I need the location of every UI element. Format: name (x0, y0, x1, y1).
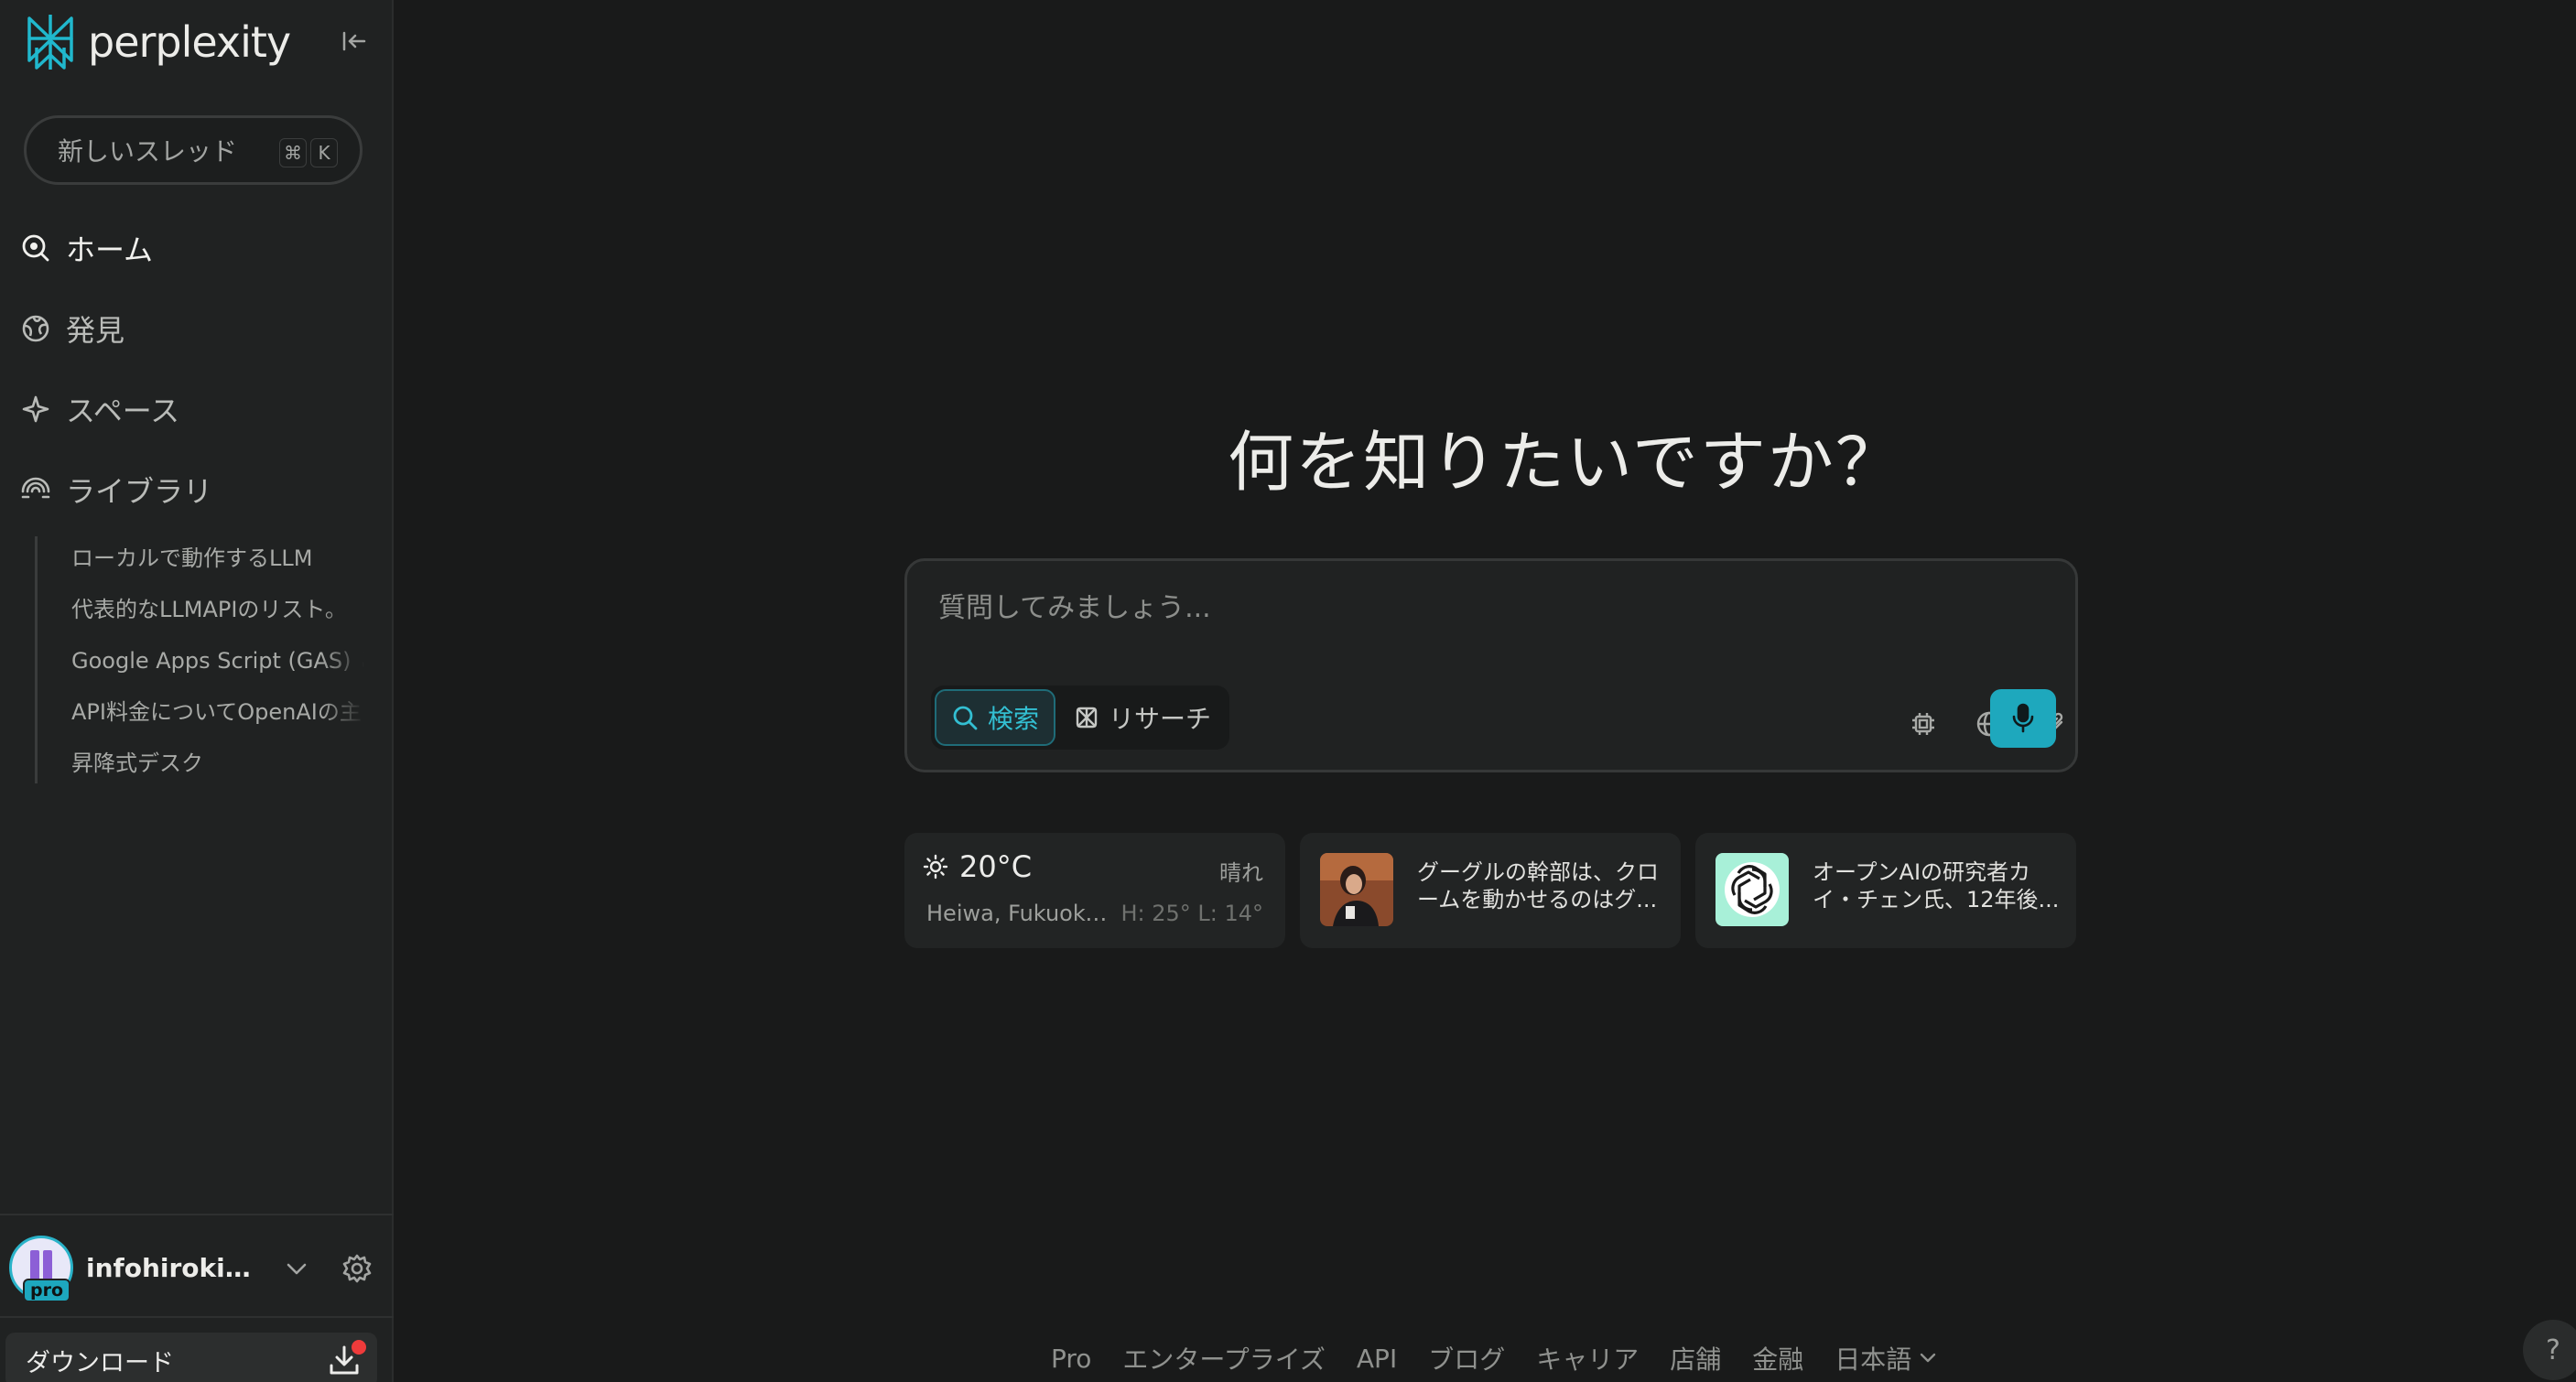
search-input[interactable] (938, 585, 2037, 631)
weather-temp: 20°C (923, 849, 1032, 884)
search-mode-label: 検索 (988, 704, 1040, 734)
footer-link-enterprise[interactable]: エンタープライズ (1122, 1340, 1325, 1377)
page-title: 何を知りたいですか？ (1228, 424, 1903, 501)
notification-dot (352, 1340, 366, 1355)
gear-icon (342, 1254, 372, 1283)
library-item[interactable]: 代表的なLLMAPIのリスト。 (71, 591, 364, 632)
shortcut-key-k: K (310, 138, 338, 167)
news-headline: オープンAIの研究者カイ・チェン氏、12年後... (1813, 859, 2060, 912)
shortcut-key-cmd: ⌘ (279, 138, 307, 167)
sidebar-item-label: スペース (66, 394, 180, 428)
download-button[interactable]: ダウンロード (5, 1333, 377, 1382)
footer-link-blog[interactable]: ブログ (1428, 1340, 1505, 1377)
perplexity-logo-icon (27, 15, 73, 70)
globe-discover-icon (20, 313, 51, 344)
search-mode-button[interactable]: 検索 (935, 689, 1056, 746)
model-select-button[interactable] (1905, 706, 1942, 742)
help-label: ? (2546, 1333, 2560, 1366)
search-mode-toggle: 検索 リサーチ (931, 686, 1230, 750)
language-label: 日本語 (1835, 1344, 1912, 1375)
weather-location: Heiwa, Fukuoka-... (926, 901, 1109, 926)
library-tree-line (35, 536, 38, 783)
sidebar-item-label: ホーム (66, 232, 154, 267)
library-icon (20, 474, 51, 505)
news-card[interactable]: オープンAIの研究者カイ・チェン氏、12年後... (1695, 833, 2076, 948)
shortcut-hint: ⌘ K (279, 138, 338, 167)
search-box: 検索 リサーチ (904, 558, 2078, 772)
footer-link-store[interactable]: 店舗 (1670, 1340, 1721, 1377)
sidebar: perplexity 新しいスレッド ⌘ K ホーム 発見 スペース ライブラリ… (0, 0, 394, 1382)
user-profile-row[interactable]: pro infohirokitak... (9, 1232, 384, 1303)
footer-links: Pro エンタープライズ API ブログ キャリア 店舗 金融 日本語 (1051, 1340, 1937, 1377)
footer-link-finance[interactable]: 金融 (1752, 1340, 1803, 1377)
research-mode-button[interactable]: リサーチ (1059, 689, 1226, 746)
help-button[interactable]: ? (2523, 1320, 2576, 1380)
temperature: 20°C (959, 849, 1033, 884)
weather-card[interactable]: 20°C 晴れ Heiwa, Fukuoka-... H: 25° L: 14° (904, 833, 1285, 948)
sidebar-item-discover[interactable]: 発見 (20, 306, 124, 351)
news-headline: グーグルの幹部は、クロームを動かせるのはグ... (1417, 859, 1659, 912)
sidebar-item-home[interactable]: ホーム (20, 225, 153, 271)
footer-link-careers[interactable]: キャリア (1536, 1340, 1639, 1377)
account-menu-button[interactable] (280, 1252, 313, 1285)
voice-input-button[interactable] (1990, 689, 2056, 748)
collapse-sidebar-button[interactable] (339, 26, 370, 57)
weather-condition: 晴れ (1219, 860, 1263, 886)
chevron-down-icon (287, 1263, 307, 1275)
brand-name: perplexity (88, 17, 291, 67)
openai-logo-thumbnail (1716, 853, 1789, 926)
avatar[interactable]: pro (9, 1236, 73, 1302)
news-thumbnail (1320, 853, 1393, 926)
new-thread-button[interactable]: 新しいスレッド ⌘ K (24, 115, 363, 185)
spaces-sparkle-icon (20, 394, 51, 425)
footer-link-pro[interactable]: Pro (1051, 1344, 1091, 1374)
sidebar-item-spaces[interactable]: スペース (20, 386, 179, 432)
sidebar-divider (0, 1316, 394, 1318)
pro-badge: pro (23, 1279, 71, 1302)
collapse-icon (342, 31, 366, 51)
research-mode-label: リサーチ (1109, 704, 1212, 734)
sidebar-item-label: 発見 (66, 313, 125, 348)
username: infohirokitak... (86, 1252, 260, 1283)
logo[interactable]: perplexity (24, 13, 291, 71)
home-search-icon (20, 232, 51, 264)
sun-icon (923, 854, 948, 880)
library-item[interactable]: 昇降式デスク (71, 745, 364, 785)
news-card[interactable]: グーグルの幹部は、クロームを動かせるのはグ... (1300, 833, 1681, 948)
library-item[interactable]: ローカルで動作するLLM (71, 540, 364, 580)
search-icon (953, 706, 978, 730)
chevron-down-icon (1921, 1353, 1936, 1363)
new-thread-label: 新しいスレッド (58, 136, 238, 167)
microphone-icon (2012, 703, 2034, 733)
weather-high-low: H: 25° L: 14° (1120, 901, 1263, 926)
chip-icon (1912, 713, 1934, 735)
footer-link-api[interactable]: API (1357, 1344, 1397, 1374)
library-item[interactable]: API料金についてOpenAIの主 (71, 694, 364, 734)
sidebar-divider (0, 1214, 394, 1215)
settings-button[interactable] (339, 1250, 375, 1287)
language-selector[interactable]: 日本語 (1835, 1340, 1937, 1377)
download-label: ダウンロード (26, 1348, 174, 1377)
research-icon (1076, 707, 1098, 729)
library-item[interactable]: Google Apps Script (GAS) と (71, 642, 364, 683)
sidebar-item-label: ライブラリ (66, 474, 213, 509)
sidebar-item-library[interactable]: ライブラリ (20, 467, 212, 513)
